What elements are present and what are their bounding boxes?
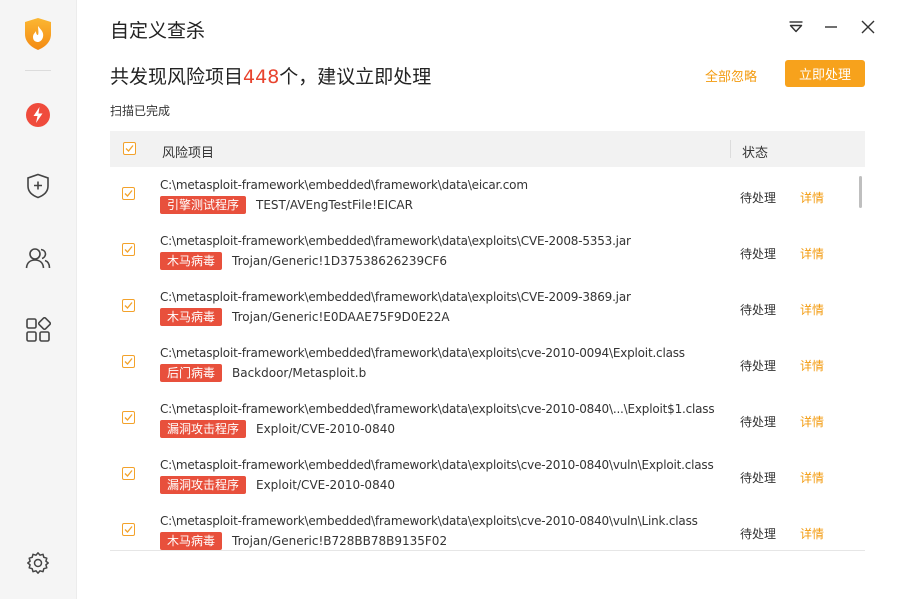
minimize-button[interactable] — [818, 14, 844, 40]
row-status: 待处理 — [740, 303, 777, 317]
file-path: C:\metasploit-framework\embedded\framewo… — [160, 178, 528, 192]
select-all-checkbox[interactable] — [123, 142, 136, 155]
file-path: C:\metasploit-framework\embedded\framewo… — [160, 458, 714, 472]
summary-prefix: 共发现风险项目 — [110, 66, 244, 88]
minimize-icon — [825, 26, 837, 28]
sidebar-item-accounts[interactable] — [20, 240, 56, 276]
checkmark-icon — [124, 526, 133, 533]
close-icon — [861, 20, 875, 34]
row-checkbox[interactable] — [122, 243, 135, 256]
column-header-name: 风险项目 — [162, 146, 215, 161]
summary-suffix: 个，建议立即处理 — [279, 66, 432, 88]
table-row: C:\metasploit-framework\embedded\framewo… — [110, 279, 855, 335]
table-body: C:\metasploit-framework\embedded\framewo… — [110, 167, 865, 550]
threat-name: Trojan/Generic!1D37538626239CF6 — [232, 254, 448, 268]
table-header: 风险项目 状态 — [110, 131, 865, 167]
checkmark-icon — [124, 190, 133, 197]
table-row: C:\metasploit-framework\embedded\framewo… — [110, 503, 855, 550]
table-row: C:\metasploit-framework\embedded\framewo… — [110, 391, 855, 447]
menu-icon — [789, 21, 803, 33]
scan-summary: 共发现风险项目448个，建议立即处理 — [110, 62, 431, 89]
threat-name: Backdoor/Metasploit.b — [232, 366, 367, 380]
scan-status: 扫描已完成 — [110, 104, 171, 118]
risk-type-badge: 漏洞攻击程序 — [160, 476, 247, 494]
details-link[interactable]: 详情 — [800, 301, 824, 318]
file-path: C:\metasploit-framework\embedded\framewo… — [160, 234, 631, 248]
row-status: 待处理 — [740, 191, 777, 205]
table-row: C:\metasploit-framework\embedded\framewo… — [110, 223, 855, 279]
scan-results-window: 自定义查杀 共发现风险项目448个，建议立即处理 扫描已完成 全部忽略 立即处理 — [0, 0, 897, 599]
column-divider — [730, 140, 731, 158]
shield-logo-icon — [24, 17, 52, 51]
sidebar-item-settings[interactable] — [20, 545, 56, 581]
threat-name: TEST/AVEngTestFile!EICAR — [256, 198, 413, 212]
row-checkbox[interactable] — [122, 355, 135, 368]
checkmark-icon — [125, 145, 134, 152]
row-checkbox[interactable] — [122, 187, 135, 200]
row-checkbox[interactable] — [122, 467, 135, 480]
threat-name: Exploit/CVE-2010-0840 — [256, 422, 395, 436]
column-header-status: 状态 — [742, 146, 769, 161]
file-path: C:\metasploit-framework\embedded\framewo… — [160, 402, 715, 416]
file-path: C:\metasploit-framework\embedded\framewo… — [160, 514, 698, 528]
row-status: 待处理 — [740, 471, 777, 485]
details-link[interactable]: 详情 — [800, 357, 824, 374]
sidebar-divider — [25, 70, 51, 71]
file-path: C:\metasploit-framework\embedded\framewo… — [160, 290, 631, 304]
threat-name: Trojan/Generic!B728BB78B9135F02 — [232, 534, 448, 548]
checkmark-icon — [124, 470, 133, 477]
checkmark-icon — [124, 414, 133, 421]
risk-type-badge: 木马病毒 — [160, 532, 223, 550]
row-checkbox[interactable] — [122, 299, 135, 312]
users-icon — [25, 248, 51, 269]
sidebar-item-toolbox[interactable] — [20, 312, 56, 348]
table-row: C:\metasploit-framework\embedded\framewo… — [110, 447, 855, 503]
details-link[interactable]: 详情 — [800, 413, 824, 430]
details-link[interactable]: 详情 — [800, 189, 824, 206]
threat-name: Exploit/CVE-2010-0840 — [256, 478, 395, 492]
row-checkbox[interactable] — [122, 523, 135, 536]
risk-type-badge: 木马病毒 — [160, 252, 223, 270]
sidebar — [0, 0, 77, 599]
details-link[interactable]: 详情 — [800, 525, 824, 542]
row-status: 待处理 — [740, 247, 777, 261]
scrollbar-thumb[interactable] — [859, 176, 862, 208]
table-row: C:\metasploit-framework\embedded\framewo… — [110, 167, 855, 223]
file-path: C:\metasploit-framework\embedded\framewo… — [160, 346, 685, 360]
details-link[interactable]: 详情 — [800, 469, 824, 486]
risk-type-badge: 漏洞攻击程序 — [160, 420, 247, 438]
row-status: 待处理 — [740, 527, 777, 541]
process-now-button[interactable]: 立即处理 — [785, 60, 865, 87]
table-row: C:\metasploit-framework\embedded\framewo… — [110, 335, 855, 391]
risk-table: 风险项目 状态 C:\metasploit-framework\embedded… — [110, 131, 865, 551]
risk-type-badge: 后门病毒 — [160, 364, 223, 382]
checkmark-icon — [124, 302, 133, 309]
close-button[interactable] — [855, 14, 881, 40]
row-status: 待处理 — [740, 359, 777, 373]
risk-type-badge: 木马病毒 — [160, 308, 223, 326]
sidebar-item-quick-scan[interactable] — [20, 97, 56, 133]
apps-icon — [26, 317, 51, 342]
details-link[interactable]: 详情 — [800, 245, 824, 262]
checkmark-icon — [124, 246, 133, 253]
risk-count: 448 — [243, 66, 280, 88]
shield-plus-icon — [27, 173, 49, 199]
lightning-icon — [26, 103, 50, 127]
row-checkbox[interactable] — [122, 411, 135, 424]
sidebar-item-protection[interactable] — [20, 168, 56, 204]
window-title: 自定义查杀 — [110, 20, 206, 42]
threat-name: Trojan/Generic!E0DAAE75F9D0E22A — [232, 310, 450, 324]
risk-type-badge: 引擎测试程序 — [160, 196, 247, 214]
ignore-all-link[interactable]: 全部忽略 — [705, 66, 757, 85]
row-status: 待处理 — [740, 415, 777, 429]
checkmark-icon — [124, 358, 133, 365]
gear-icon — [27, 552, 49, 574]
menu-button[interactable] — [783, 14, 809, 40]
